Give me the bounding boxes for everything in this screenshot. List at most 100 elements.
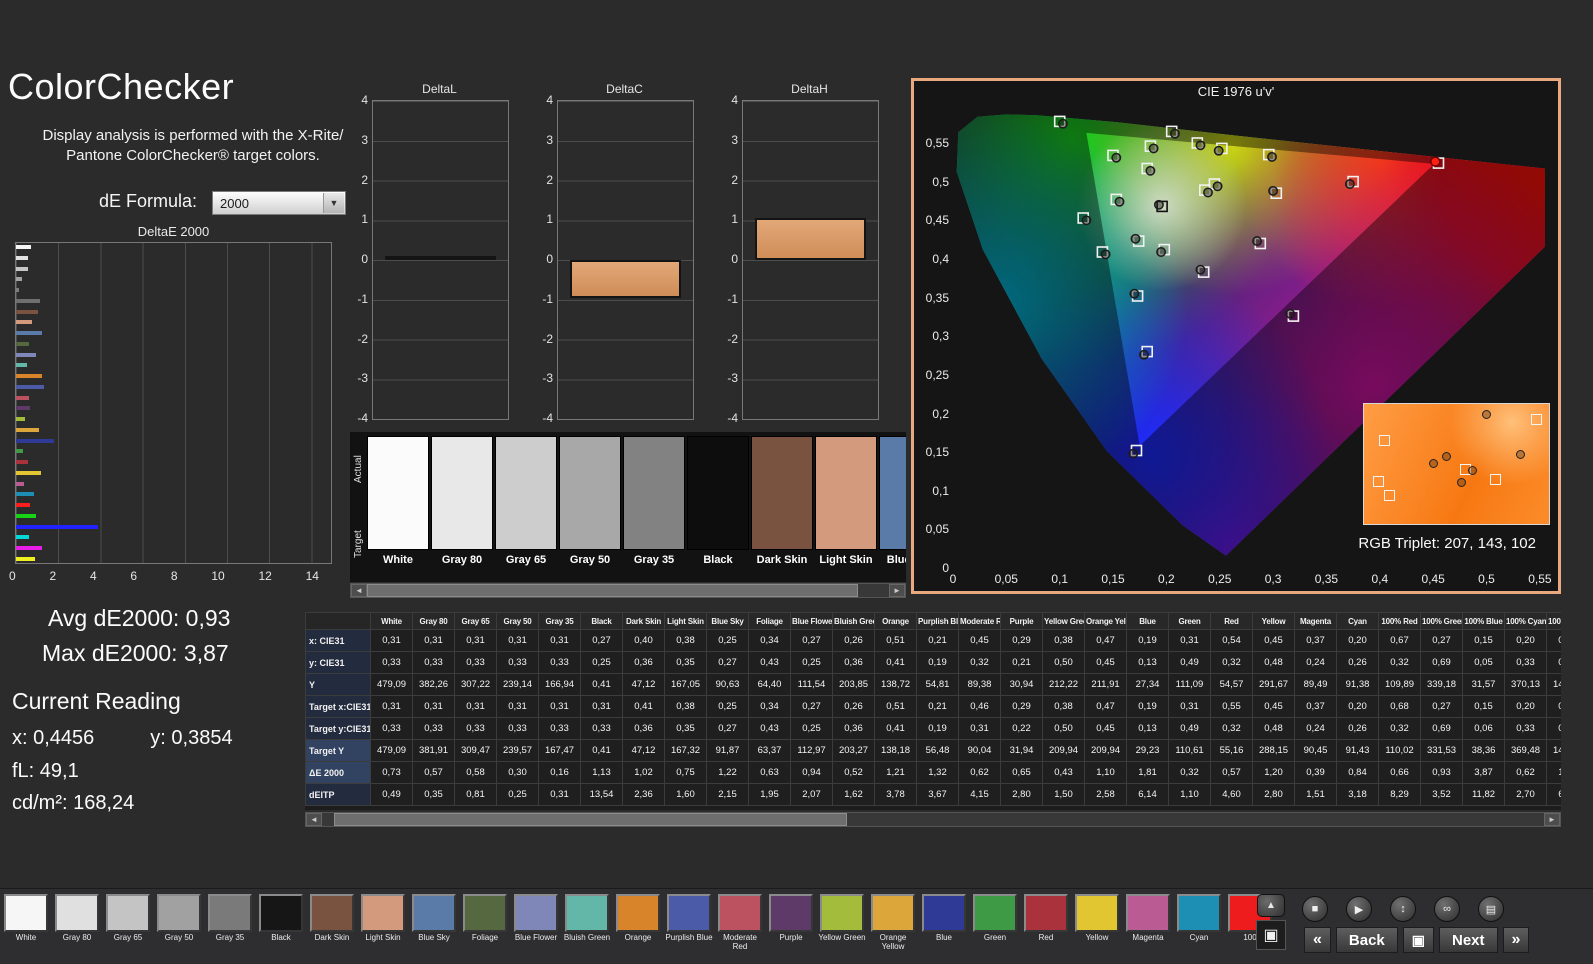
- loop-button[interactable]: ∞: [1434, 896, 1460, 922]
- last-button[interactable]: »: [1502, 927, 1530, 953]
- patch-button-yellow[interactable]: Yellow: [1073, 894, 1121, 952]
- stop-button[interactable]: ■: [1302, 896, 1328, 922]
- results-table-head: White Gray 80 Gray 65 Gray 50 Gray 35 Black Da…: [305, 612, 1561, 630]
- eject-button[interactable]: ▲: [1257, 894, 1285, 917]
- first-button[interactable]: «: [1304, 927, 1331, 953]
- value-cell: 0,31: [958, 717, 1001, 740]
- scroll-left-icon[interactable]: ◄: [351, 584, 367, 597]
- patch-button-gray-65[interactable]: Gray 65: [104, 894, 152, 952]
- axis-tick-label: 0: [9, 569, 16, 583]
- deltae-bar: [16, 492, 34, 497]
- axis-tick-label: 0,25: [925, 367, 949, 382]
- back-button[interactable]: Back: [1335, 927, 1398, 953]
- patch-button-purple[interactable]: Purple: [767, 894, 815, 952]
- display-icon: ▣: [1263, 927, 1279, 944]
- patch-button-bluish-green[interactable]: Bluish Green: [563, 894, 611, 952]
- value-cell: 0,40: [622, 629, 665, 652]
- swatch-scroll-thumb[interactable]: [367, 584, 858, 597]
- value-cell: 0,48: [1252, 651, 1295, 674]
- de-formula-dropdown[interactable]: 2000 ▼: [212, 191, 346, 215]
- value-cell: 90,63: [706, 673, 749, 696]
- swatch-color: [367, 436, 429, 550]
- swatch-scroll-track[interactable]: [367, 584, 889, 597]
- axis-tick-label: 0,35: [1314, 572, 1339, 586]
- patch-button-magenta[interactable]: Magenta: [1124, 894, 1172, 952]
- de-formula-value: 2000: [220, 195, 249, 211]
- patch-button-dark-skin[interactable]: Dark Skin: [308, 894, 356, 952]
- patch-button-orange[interactable]: Orange: [614, 894, 662, 952]
- patch-button-moderate-red[interactable]: Moderate Red: [716, 894, 764, 952]
- value-cell: 0,49: [1168, 651, 1211, 674]
- display-button[interactable]: ▣: [1256, 920, 1286, 950]
- scroll-right-icon[interactable]: ►: [889, 584, 905, 597]
- patch-button-blue-sky[interactable]: Blue Sky: [410, 894, 458, 952]
- scroll-right-icon[interactable]: ►: [1544, 813, 1560, 826]
- patch-color: [922, 894, 966, 932]
- patch-button-green[interactable]: Green: [971, 894, 1019, 952]
- patch-button-light-skin[interactable]: Light Skin: [359, 894, 407, 952]
- updown-button[interactable]: ↕: [1390, 896, 1416, 922]
- value-cell: 0,15: [1546, 717, 1561, 740]
- deltae-bars: [16, 245, 331, 561]
- patch-color: [667, 894, 711, 932]
- value-cell: 309,47: [454, 739, 497, 762]
- patch-button-yellow-green[interactable]: Yellow Green: [818, 894, 866, 952]
- patch-button-gray-80[interactable]: Gray 80: [53, 894, 101, 952]
- patch-label: Blue Flower: [514, 934, 558, 942]
- value-cell: 0,45: [1252, 695, 1295, 718]
- cie-point: [1212, 181, 1223, 192]
- value-cell: 0,16: [538, 761, 581, 784]
- cie-point: [1145, 165, 1156, 176]
- deltae-bar: [16, 460, 28, 464]
- swatch-label: Gray 80: [441, 554, 483, 566]
- patch-color: [616, 894, 660, 932]
- patch-label: Blue: [935, 934, 952, 942]
- patch-button-orange-yellow[interactable]: Orange Yellow: [869, 894, 917, 952]
- list-button[interactable]: ▤: [1478, 896, 1504, 922]
- patch-button-red[interactable]: Red: [1022, 894, 1070, 952]
- patch-button-purplish-blue[interactable]: Purplish Blue: [665, 894, 713, 952]
- value-cell: 0,38: [664, 695, 707, 718]
- value-cell: 167,05: [664, 673, 707, 696]
- column-header: Purple: [1000, 612, 1043, 630]
- swatch-scrollbar[interactable]: ◄ ►: [350, 583, 906, 598]
- value-cell: 1,02: [622, 761, 665, 784]
- value-cell: 0,32: [1210, 717, 1253, 740]
- current-fl: fL: 49,1: [12, 760, 79, 782]
- deltal-chart-title: DeltaL: [422, 82, 457, 96]
- value-cell: 331,53: [1420, 739, 1463, 762]
- play-icon: ▶: [1354, 903, 1364, 916]
- cie-point: [1153, 199, 1164, 210]
- axis-tick-label: 0,45: [925, 213, 949, 228]
- table-scrollbar[interactable]: ◄ ►: [305, 812, 1561, 827]
- cie-point: [1285, 308, 1296, 319]
- value-cell: 0,94: [790, 761, 833, 784]
- screen-button[interactable]: ▣: [1402, 927, 1434, 953]
- swatch-strip: Actual Target White Gray 80 Gray 65 Gray 50…: [350, 432, 906, 582]
- patch-button-cyan[interactable]: Cyan: [1175, 894, 1223, 952]
- patch-button-blue-flower[interactable]: Blue Flower: [512, 894, 560, 952]
- play-button[interactable]: ▶: [1346, 896, 1372, 922]
- actual-axis-label: Actual: [353, 455, 364, 484]
- column-header: Blue Flower: [790, 612, 833, 630]
- patch-button-foliage[interactable]: Foliage: [461, 894, 509, 952]
- value-cell: 479,09: [370, 739, 413, 762]
- patch-button-white[interactable]: White: [2, 894, 50, 952]
- stop-icon: ■: [1311, 903, 1319, 915]
- table-scroll-thumb[interactable]: [334, 813, 848, 826]
- patch-button-gray-35[interactable]: Gray 35: [206, 894, 254, 952]
- scroll-left-icon[interactable]: ◄: [306, 813, 322, 826]
- patch-button-blue[interactable]: Blue: [920, 894, 968, 952]
- swatch-label: Gray 35: [633, 554, 675, 566]
- patch-label: Cyan: [1189, 934, 1209, 942]
- patch-label: Purple: [779, 934, 803, 942]
- patch-button-black[interactable]: Black: [257, 894, 305, 952]
- next-button[interactable]: Next: [1439, 927, 1498, 953]
- value-cell: 382,26: [412, 673, 455, 696]
- axis-tick-label: 0,2: [932, 406, 949, 421]
- patch-button-gray-50[interactable]: Gray 50: [155, 894, 203, 952]
- value-cell: 0,21: [1000, 651, 1043, 674]
- axis-tick-label: 0,55: [925, 136, 949, 150]
- swatch-gray-35: Gray 35: [623, 436, 685, 582]
- table-scroll-track[interactable]: [322, 813, 1544, 826]
